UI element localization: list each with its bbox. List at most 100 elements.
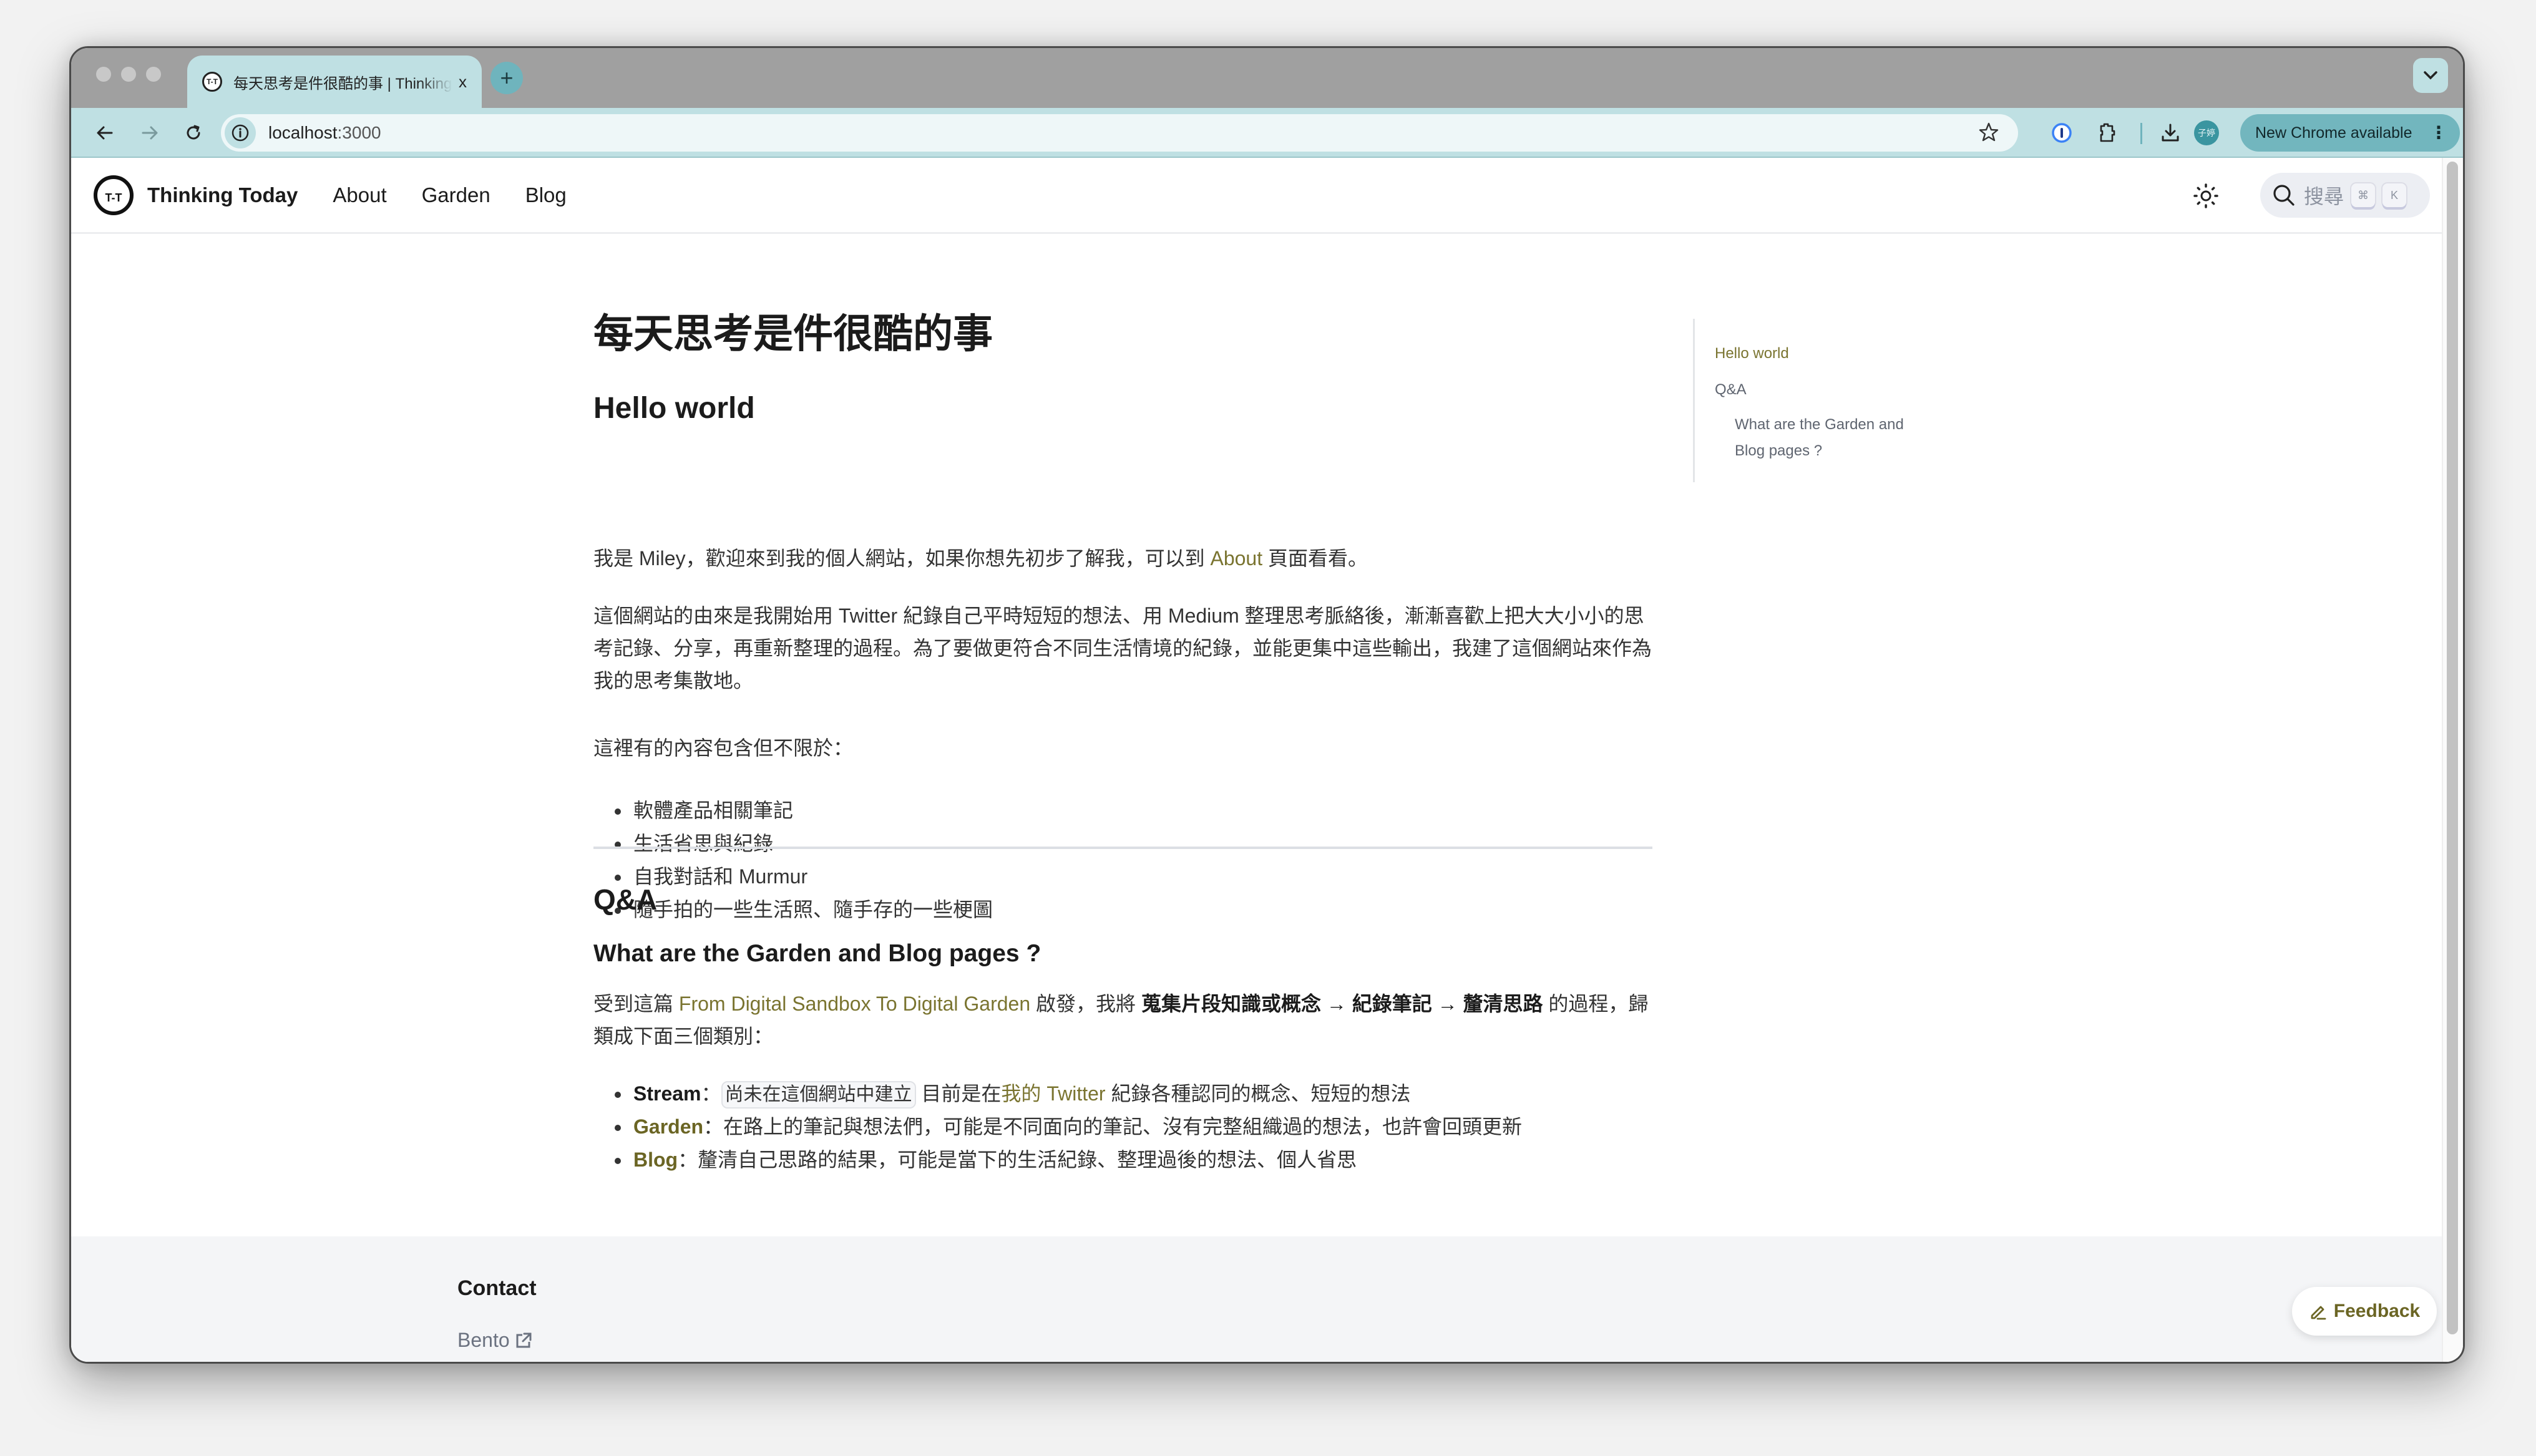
- download-icon: [2162, 124, 2179, 142]
- external-link-icon: [516, 1332, 532, 1347]
- list-item: 軟體產品相關筆記: [593, 794, 993, 827]
- tab-close-button[interactable]: x: [459, 72, 467, 92]
- site-info-icon: [232, 124, 249, 142]
- garden-link[interactable]: Garden: [633, 1115, 703, 1138]
- site-header: T-T Thinking Today About Garden Blog 搜尋 …: [71, 158, 2444, 234]
- feedback-label: Feedback: [2333, 1301, 2421, 1321]
- process-strong: 蒐集片段知識或概念 → 紀錄筆記 → 釐清思路: [1141, 993, 1543, 1015]
- password-manager-icon: [2052, 123, 2072, 143]
- site-footer: Contact Bento Email: [71, 1236, 2444, 1362]
- browser-window: T-T 每天思考是件很酷的事 | Thinking Today x + loca…: [69, 46, 2465, 1364]
- reload-button[interactable]: [180, 119, 207, 147]
- heading-qa: Q&A: [593, 883, 658, 916]
- blog-link[interactable]: Blog: [633, 1148, 678, 1171]
- back-button[interactable]: [91, 119, 119, 147]
- new-chrome-available-button[interactable]: New Chrome available ⋮: [2240, 114, 2460, 152]
- contents-intro: 這裡有的內容包含但不限於：: [593, 737, 854, 759]
- separator: ：: [701, 1082, 721, 1105]
- tab-search-button[interactable]: [2413, 58, 2448, 93]
- extensions-button[interactable]: [2093, 119, 2120, 147]
- main-nav: About Garden Blog: [298, 183, 566, 207]
- list-item: 生活省思與紀錄: [593, 827, 993, 860]
- favicon-icon: T-T: [202, 72, 222, 92]
- extensions-icon: [2100, 123, 2115, 142]
- category-name: Blog: [633, 1148, 678, 1171]
- close-window-button[interactable]: [96, 67, 111, 82]
- back-icon: [97, 126, 113, 140]
- intro-text: 我是 Miley，歡迎來到我的個人網站，如果你想先初步了解我，可以到: [593, 547, 1211, 570]
- not-built-badge: 尚未在這個網站中建立: [721, 1081, 916, 1109]
- shortcut-key-cmd: ⌘: [2351, 183, 2376, 207]
- footer-link-bento[interactable]: Bento: [457, 1329, 532, 1352]
- about-link[interactable]: About: [1210, 547, 1262, 570]
- toc-item-hello-world[interactable]: Hello world: [1715, 345, 1789, 362]
- minimize-window-button[interactable]: [121, 67, 136, 82]
- heading-hello-world: Hello world: [593, 392, 755, 425]
- category-blog: Blog：釐清自己思路的結果，可能是當下的生活紀錄、整理過後的想法、個人省思: [593, 1143, 1522, 1177]
- more-menu-icon[interactable]: ⋮: [2430, 123, 2447, 143]
- table-of-contents: Hello world Q&A What are the Garden and …: [1693, 319, 1904, 482]
- footer-heading: Contact: [457, 1276, 537, 1300]
- pencil-icon: [2311, 1306, 2326, 1320]
- nav-blog[interactable]: Blog: [525, 183, 567, 206]
- sun-icon: [2193, 183, 2218, 208]
- toolbar-divider: [2140, 123, 2142, 144]
- tab-strip: T-T 每天思考是件很酷的事 | Thinking Today x +: [71, 48, 2463, 108]
- nav-garden[interactable]: Garden: [422, 183, 490, 206]
- url-text: localhost:3000: [268, 123, 381, 143]
- nav-about[interactable]: About: [333, 183, 386, 206]
- section-divider: [593, 847, 1652, 849]
- qa-text: 受到這篇: [593, 993, 679, 1015]
- separator: ：: [678, 1148, 698, 1171]
- maximize-window-button[interactable]: [146, 67, 161, 82]
- digital-garden-link[interactable]: From Digital Sandbox To Digital Garden: [679, 993, 1030, 1015]
- page-title: 每天思考是件很酷的事: [593, 311, 993, 356]
- search-button[interactable]: 搜尋 ⌘ K: [2260, 173, 2430, 218]
- window-controls: [96, 67, 161, 82]
- chevron-down-icon: [2424, 71, 2437, 80]
- toc-item-qa[interactable]: Q&A: [1715, 381, 1747, 399]
- shortcut-key-k: K: [2382, 183, 2407, 207]
- profile-avatar[interactable]: 子婷: [2194, 120, 2219, 145]
- link-label: Bento: [457, 1329, 510, 1351]
- category-text: 目前是在: [915, 1082, 1002, 1105]
- forward-icon: [142, 126, 158, 140]
- site-info-button[interactable]: [225, 117, 256, 148]
- qa-paragraph: 受到這篇 From Digital Sandbox To Digital Gar…: [593, 988, 1652, 1052]
- categories-list: Stream： 尚未在這個網站中建立 目前是在我的 Twitter 紀錄各種認同的…: [593, 1077, 1522, 1177]
- category-text-end: 紀錄各種認同的概念、短短的想法: [1105, 1082, 1411, 1105]
- origin-paragraph: 這個網站的由來是我開始用 Twitter 紀錄自己平時短短的想法、用 Mediu…: [593, 604, 1652, 692]
- site-brand[interactable]: Thinking Today: [147, 183, 298, 207]
- forward-button[interactable]: [136, 119, 163, 147]
- heading-garden-blog: What are the Garden and Blog pages ?: [593, 940, 1041, 967]
- theme-toggle-button[interactable]: [2190, 180, 2221, 211]
- update-label: New Chrome available: [2255, 124, 2412, 142]
- category-name: Garden: [633, 1115, 704, 1138]
- site-logo-icon[interactable]: T-T: [94, 175, 134, 215]
- page-scrollbar[interactable]: [2442, 158, 2463, 1362]
- feedback-button[interactable]: Feedback: [2292, 1287, 2437, 1336]
- address-bar[interactable]: localhost:3000: [221, 114, 2018, 152]
- intro-text-end: 頁面看看。: [1262, 547, 1368, 570]
- category-text: 在路上的筆記與想法們，可能是不同面向的筆記、沒有完整組織過的想法，也許會回頭更新: [723, 1115, 1523, 1138]
- category-text: 釐清自己思路的結果，可能是當下的生活紀錄、整理過後的想法、個人省思: [698, 1148, 1357, 1171]
- new-tab-button[interactable]: +: [490, 62, 523, 94]
- bookmark-button[interactable]: [1978, 122, 1999, 146]
- browser-toolbar: localhost:3000 子婷 New Chrome available ⋮: [71, 108, 2463, 158]
- twitter-link[interactable]: 我的 Twitter: [1001, 1082, 1105, 1105]
- category-garden: Garden：在路上的筆記與想法們，可能是不同面向的筆記、沒有完整組織過的想法，…: [593, 1110, 1522, 1143]
- intro-paragraph: 我是 Miley，歡迎來到我的個人網站，如果你想先初步了解我，可以到 About…: [593, 542, 1652, 575]
- tab-title: 每天思考是件很酷的事 | Thinking Today: [233, 75, 452, 92]
- page-viewport: T-T Thinking Today About Garden Blog 搜尋 …: [71, 158, 2463, 1362]
- downloads-button[interactable]: [2157, 119, 2184, 147]
- toc-item-garden-blog[interactable]: What are the Garden and Blog pages ?: [1735, 412, 1922, 464]
- category-stream: Stream： 尚未在這個網站中建立 目前是在我的 Twitter 紀錄各種認同的…: [593, 1077, 1522, 1110]
- browser-tab-active[interactable]: T-T 每天思考是件很酷的事 | Thinking Today x: [187, 56, 482, 108]
- search-placeholder: 搜尋: [2304, 185, 2344, 208]
- password-manager-button[interactable]: [2048, 119, 2075, 147]
- url-port: :3000: [337, 123, 381, 142]
- separator: ：: [703, 1115, 724, 1138]
- bookmark-star-icon: [1979, 122, 1999, 142]
- scrollbar-thumb[interactable]: [2447, 162, 2458, 1334]
- search-icon: [2273, 185, 2295, 206]
